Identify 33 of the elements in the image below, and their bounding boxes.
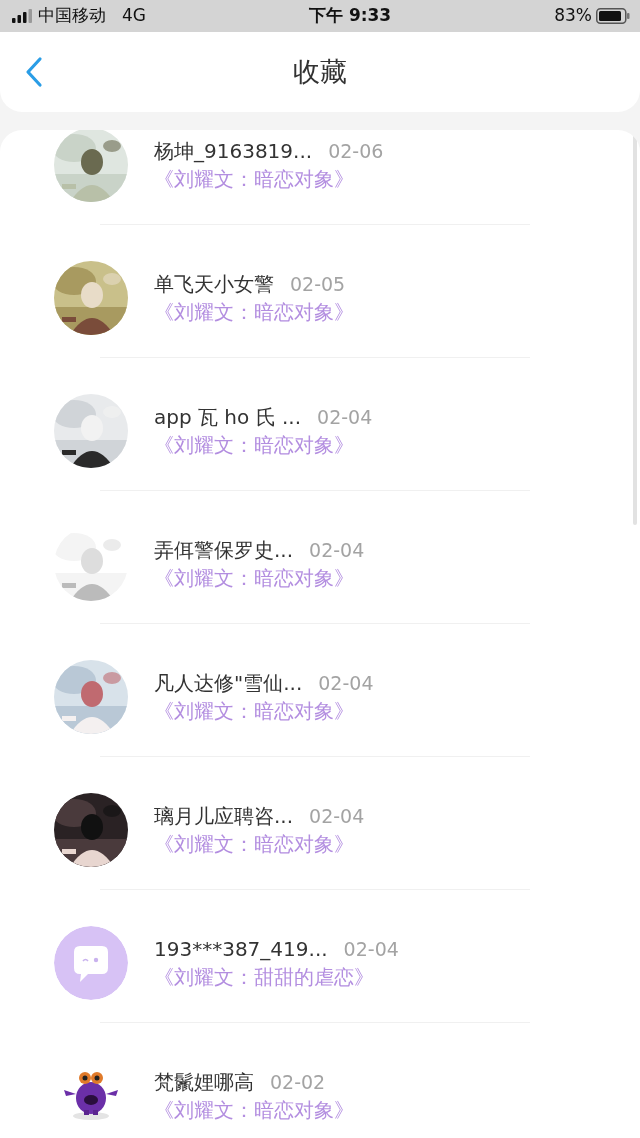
carrier-name: 中国移动 bbox=[38, 4, 106, 28]
favorite-date: 02-06 bbox=[328, 140, 384, 163]
story-title[interactable]: 《刘耀文：暗恋对象》 bbox=[154, 433, 373, 457]
default-avatar-icon bbox=[54, 926, 128, 1000]
user-name: 弄佴警保罗史... bbox=[154, 538, 294, 562]
user-name: app 瓦 ho 氏 ... bbox=[154, 405, 302, 429]
user-name: 梵鬛娌哪高 bbox=[154, 1070, 254, 1094]
favorite-date: 02-04 bbox=[309, 805, 365, 828]
story-title[interactable]: 《刘耀文：暗恋对象》 bbox=[154, 832, 365, 856]
favorite-date: 02-04 bbox=[317, 406, 373, 429]
battery-percent: 83% bbox=[554, 4, 592, 28]
story-title[interactable]: 《刘耀文：甜甜的虐恋》 bbox=[154, 965, 399, 989]
story-title[interactable]: 《刘耀文：暗恋对象》 bbox=[154, 1098, 354, 1122]
favorite-date: 02-04 bbox=[318, 672, 374, 695]
favorite-date: 02-02 bbox=[270, 1071, 326, 1094]
story-title[interactable]: 《刘耀文：暗恋对象》 bbox=[154, 167, 384, 191]
user-name: 璃月儿应聘咨... bbox=[154, 804, 294, 828]
story-title[interactable]: 《刘耀文：暗恋对象》 bbox=[154, 566, 365, 590]
user-name: 193***387_419... bbox=[154, 937, 328, 961]
page-title: 收藏 bbox=[293, 54, 347, 89]
favorite-date: 02-04 bbox=[309, 539, 365, 562]
battery-icon bbox=[596, 8, 630, 24]
story-title[interactable]: 《刘耀文：暗恋对象》 bbox=[154, 300, 354, 324]
status-time: 下午 9:33 bbox=[309, 4, 392, 28]
story-title[interactable]: 《刘耀文：暗恋对象》 bbox=[154, 699, 374, 723]
user-name: 凡人达修"雪仙... bbox=[154, 671, 303, 695]
monster-drawing bbox=[63, 1071, 119, 1121]
user-name: 单飞天小女警 bbox=[154, 272, 274, 296]
user-name: 杨坤_9163819... bbox=[154, 139, 313, 163]
favorite-date: 02-04 bbox=[343, 938, 399, 961]
network-type: 4G bbox=[122, 4, 146, 28]
favorite-date: 02-05 bbox=[290, 273, 346, 296]
signal-icon bbox=[12, 9, 34, 23]
